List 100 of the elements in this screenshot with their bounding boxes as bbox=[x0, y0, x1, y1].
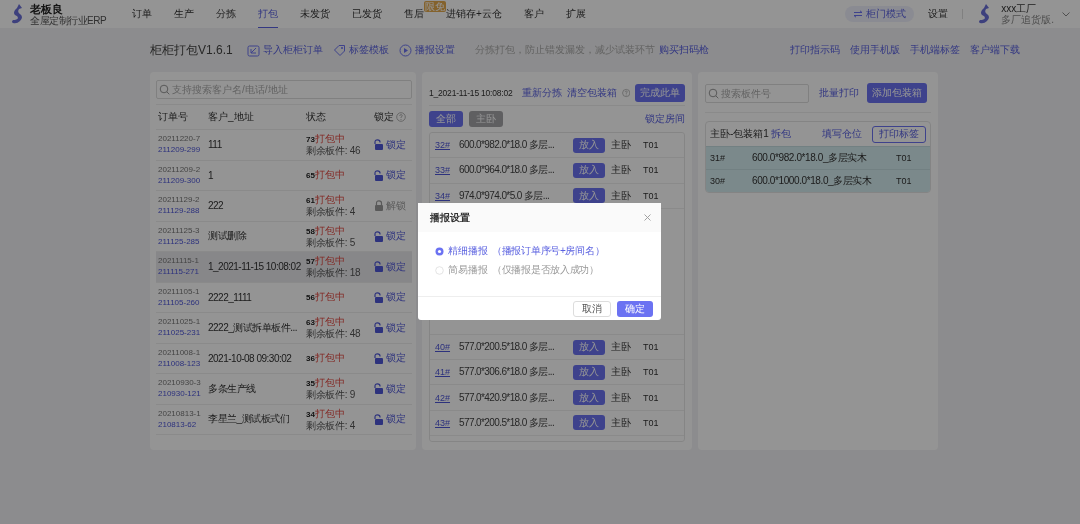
play-icon bbox=[398, 43, 412, 57]
order-number: 20211008-1 bbox=[158, 347, 201, 358]
filter-tab[interactable]: 全部 bbox=[429, 111, 463, 127]
batch-print-link[interactable]: 批量打印 bbox=[819, 86, 859, 100]
toolbar-link[interactable]: 导入柜柜订单 bbox=[246, 43, 323, 57]
toolbar-link[interactable]: 使用手机版 bbox=[850, 43, 900, 57]
print-label-button[interactable]: 打印标签 bbox=[872, 125, 926, 143]
lock-icon bbox=[374, 139, 384, 151]
part-link[interactable]: 33# bbox=[435, 165, 455, 176]
code-text: T01 bbox=[896, 153, 912, 163]
toolbar-link[interactable]: 客户端下载 bbox=[970, 43, 1020, 57]
lock-icon bbox=[374, 261, 384, 273]
lock-link[interactable]: 锁定 bbox=[374, 320, 406, 335]
lock-link[interactable]: 锁定 bbox=[374, 351, 406, 366]
put-in-button[interactable]: 放入 bbox=[573, 339, 605, 355]
lock-link[interactable]: 锁定 bbox=[374, 381, 406, 396]
app-tagline: 全屋定制行业ERP bbox=[30, 14, 107, 26]
lock-link[interactable]: 锁定 bbox=[374, 137, 406, 152]
remaining-text: 剩余板件: 4 bbox=[306, 419, 356, 431]
confirm-button[interactable]: 确定 bbox=[617, 301, 653, 317]
part-link[interactable]: 43# bbox=[435, 417, 455, 428]
put-in-button[interactable]: 放入 bbox=[573, 390, 605, 406]
toolbar-link[interactable]: 打印指示码 bbox=[790, 43, 840, 57]
part-link[interactable]: 40# bbox=[435, 342, 455, 353]
buy-link[interactable]: 购买扫码枪 bbox=[658, 43, 709, 57]
chevron-down-icon bbox=[1062, 11, 1070, 17]
lock-link[interactable]: 锁定 bbox=[374, 229, 406, 244]
lock-link[interactable]: 锁定 bbox=[374, 168, 406, 183]
status-text: 34打包中 bbox=[306, 407, 345, 420]
put-in-button[interactable]: 放入 bbox=[573, 162, 605, 178]
batch-link[interactable]: 210930-121 bbox=[158, 388, 201, 400]
put-in-button[interactable]: 放入 bbox=[573, 415, 605, 431]
nav-tab[interactable]: 进销存+云仓 bbox=[446, 0, 502, 28]
radio-option[interactable]: 简易播报 （仅播报是否放入成功） bbox=[435, 263, 645, 277]
search-icon bbox=[708, 87, 719, 99]
part-link[interactable]: 41# bbox=[435, 367, 455, 378]
customer-text: 多条生产线 bbox=[208, 381, 256, 396]
customer-text: 测试删除 bbox=[208, 229, 246, 244]
batch-link[interactable]: 211105-260 bbox=[158, 296, 200, 308]
toolbar-link[interactable]: 手机端标签 bbox=[910, 43, 960, 57]
batch-link[interactable]: 211125-285 bbox=[158, 235, 200, 247]
nav-tab[interactable]: 扩展 bbox=[565, 0, 586, 28]
close-icon bbox=[644, 214, 651, 221]
customer-text: 1 bbox=[208, 169, 214, 181]
status-text: 56打包中 bbox=[306, 291, 345, 304]
nav-tab[interactable]: 未发货 bbox=[300, 0, 330, 28]
part-link[interactable]: 42# bbox=[435, 392, 455, 403]
toolbar-link[interactable]: 标签模板 bbox=[332, 43, 389, 57]
location-link[interactable]: 填写仓位 bbox=[822, 127, 862, 141]
part-number: 31# bbox=[710, 153, 727, 163]
part-spec: 577.0*306.6*18.0 多层... bbox=[459, 365, 556, 380]
nav-tab[interactable]: 客户 bbox=[523, 0, 544, 28]
put-in-button[interactable]: 放入 bbox=[573, 137, 605, 153]
batch-link[interactable]: 211115-271 bbox=[158, 266, 199, 278]
status-text: 35打包中 bbox=[306, 377, 345, 390]
nav-tab[interactable]: 售后 bbox=[404, 0, 424, 28]
batch-link[interactable]: 211129-288 bbox=[158, 205, 200, 217]
order-number: 20211125-3 bbox=[158, 225, 200, 236]
lock-link[interactable]: 锁定 bbox=[374, 290, 406, 305]
mode-button[interactable]: 柜门模式 bbox=[845, 6, 915, 22]
complete-button[interactable]: 完成此单 bbox=[635, 83, 685, 102]
column-header: 订单号 bbox=[158, 110, 188, 124]
put-in-button[interactable]: 放入 bbox=[573, 364, 605, 380]
batch-link[interactable]: 211008-123 bbox=[158, 357, 201, 369]
nav-tab[interactable]: 分拣 bbox=[216, 0, 236, 28]
unpack-link[interactable]: 拆包 bbox=[770, 127, 791, 141]
nav-tab[interactable]: 已发货 bbox=[352, 0, 382, 28]
lock-link[interactable]: 锁定 bbox=[374, 259, 406, 274]
customer-text: 1_2021-11-15 10:08:02 bbox=[208, 261, 301, 273]
lock-icon bbox=[374, 383, 384, 395]
action-link[interactable]: 清空包装箱 bbox=[566, 85, 617, 100]
part-link[interactable]: 32# bbox=[435, 140, 455, 151]
lock-link[interactable]: 锁定 bbox=[374, 412, 406, 427]
cancel-button[interactable]: 取消 bbox=[573, 301, 611, 317]
toolbar-link[interactable]: 播报设置 bbox=[398, 43, 455, 57]
batch-link[interactable]: 210813-62 bbox=[158, 418, 197, 430]
status-text: 61打包中 bbox=[306, 194, 345, 207]
radio-option[interactable]: 精细播报 （播报订单序号+房间名） bbox=[435, 244, 645, 258]
customer-text: 111 bbox=[208, 139, 222, 151]
batch-link[interactable]: 211209-300 bbox=[158, 174, 201, 186]
lock-icon bbox=[374, 291, 384, 303]
order-number: 20211025-1 bbox=[158, 317, 201, 328]
order-number: 20211209-2 bbox=[158, 164, 201, 175]
lock-room-link[interactable]: 锁定房间 bbox=[645, 112, 685, 126]
batch-link[interactable]: 211209-299 bbox=[158, 144, 201, 156]
add-box-button[interactable]: 添加包装箱 bbox=[867, 83, 927, 103]
nav-tab[interactable]: 生产 bbox=[174, 0, 194, 28]
part-spec: 577.0*200.5*18.0 多层... bbox=[459, 415, 556, 430]
order-row[interactable]: 20211105-1 211105-260 2222_1111 56打包中 锁定 bbox=[156, 282, 412, 313]
status-text: 65打包中 bbox=[306, 169, 345, 182]
nav-tab[interactable]: 订单 bbox=[132, 0, 152, 28]
settings-link[interactable]: 设置 bbox=[928, 7, 949, 21]
remaining-text: 剩余板件: 9 bbox=[306, 389, 356, 401]
action-link[interactable]: 重新分拣 bbox=[521, 85, 562, 100]
put-in-button[interactable]: 放入 bbox=[573, 188, 605, 204]
remaining-text: 剩余板件: 48 bbox=[306, 328, 361, 340]
nav-tab[interactable]: 打包 bbox=[258, 0, 278, 28]
part-link[interactable]: 34# bbox=[435, 190, 455, 201]
batch-link[interactable]: 211025-231 bbox=[158, 327, 201, 339]
column-header: 状态 bbox=[306, 110, 326, 124]
